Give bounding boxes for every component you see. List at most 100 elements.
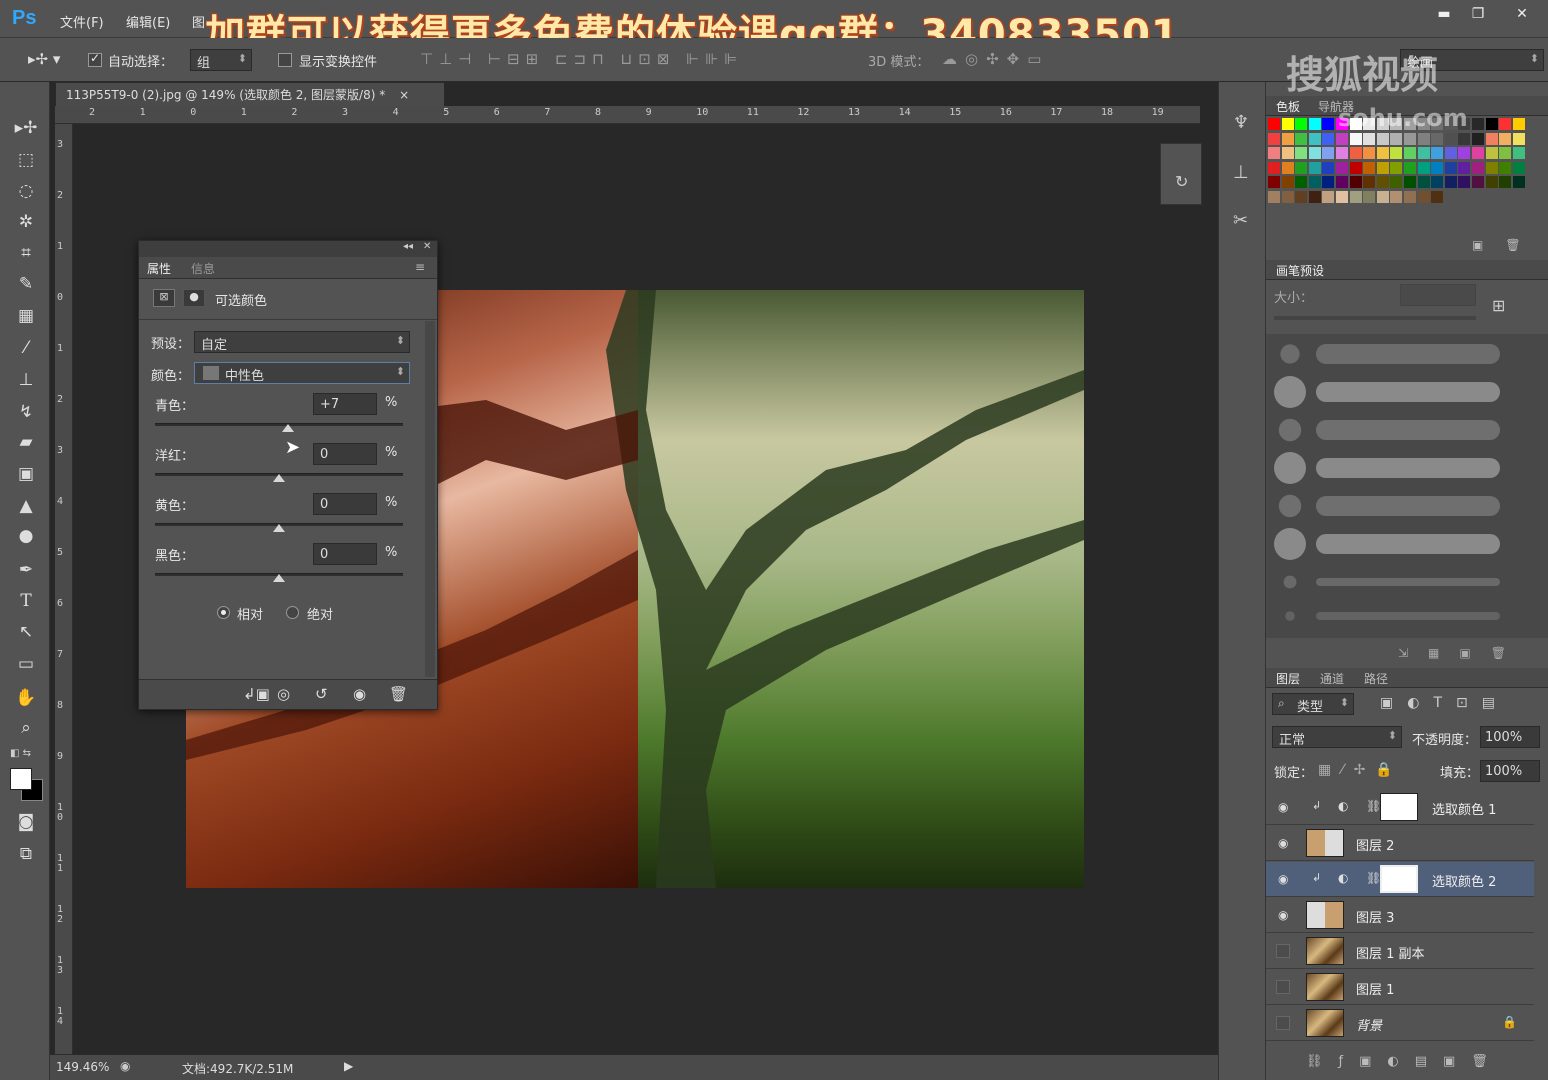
color-swatch[interactable] [1431, 132, 1444, 145]
color-swatch[interactable] [1458, 176, 1471, 189]
layer-mask-thumbnail[interactable] [1380, 793, 1418, 821]
color-swatch[interactable] [1268, 132, 1280, 145]
color-swatch[interactable] [1404, 132, 1416, 145]
color-swatch[interactable] [1499, 132, 1512, 145]
color-swatch[interactable] [1444, 176, 1457, 189]
color-swatch[interactable] [1390, 132, 1403, 145]
gradient-tool-icon[interactable]: ▣ [12, 460, 40, 488]
visibility-toggle[interactable] [1276, 944, 1290, 958]
color-swatch[interactable] [1336, 161, 1348, 174]
color-swatch[interactable] [1404, 176, 1416, 189]
layer-thumbnail[interactable] [1306, 901, 1344, 929]
color-swatch[interactable] [1431, 191, 1444, 203]
color-swatch[interactable] [1512, 118, 1525, 130]
blend-mode-dropdown[interactable]: 正常 [1272, 726, 1402, 748]
color-swatch[interactable] [1485, 147, 1498, 160]
color-swatch[interactable] [1322, 118, 1335, 130]
healing-brush-icon[interactable]: ▦ [12, 302, 40, 330]
tab-brush-presets[interactable]: 画笔预设 [1276, 262, 1324, 279]
tool-presets-icon[interactable]: ✂ [1233, 210, 1248, 231]
color-swatch[interactable] [1444, 147, 1457, 160]
adjustment-icon[interactable]: ⊠ [153, 289, 175, 307]
brush-size-slider[interactable] [1274, 316, 1476, 320]
color-swatch[interactable] [1268, 191, 1280, 203]
eye-icon[interactable]: ◉ [1278, 908, 1288, 922]
color-swatch[interactable] [1458, 132, 1471, 145]
visibility-toggle[interactable] [1276, 1016, 1290, 1030]
move-tool-icon[interactable]: ▸✢ [12, 114, 40, 142]
close-button[interactable]: ✕ [1508, 4, 1536, 24]
color-swatch[interactable] [1485, 118, 1498, 130]
color-swatch[interactable] [1336, 191, 1348, 203]
color-swatch[interactable] [1431, 176, 1444, 189]
zoom-tool-icon[interactable]: ⌕ [12, 714, 40, 742]
tab-paths[interactable]: 路径 [1364, 670, 1388, 687]
color-swatch[interactable] [1322, 191, 1335, 203]
yellow-slider-knob[interactable] [273, 524, 285, 532]
color-swatch[interactable] [1308, 118, 1321, 130]
tab-channels[interactable]: 通道 [1320, 670, 1344, 687]
clip-layer-icon[interactable]: ↲▣ [243, 685, 270, 703]
screen-mode-icon[interactable]: ⧉ [12, 840, 40, 868]
panel-menu-icon[interactable]: ≡ [415, 260, 425, 274]
color-swatch[interactable] [1499, 161, 1512, 174]
brush-list[interactable] [1266, 334, 1548, 638]
cyan-slider-knob[interactable] [282, 424, 294, 432]
menu-file[interactable]: 文件(F) [60, 12, 104, 31]
color-swatch[interactable] [1404, 191, 1416, 203]
color-swatch[interactable] [1336, 176, 1348, 189]
move-tool-icon[interactable]: ▸✢ ▾ [28, 50, 60, 68]
layer-row-selected[interactable]: ◉ ↲ ◐ ⛓ 选取颜色 2 [1266, 862, 1534, 897]
eye-icon[interactable]: ◉ [1278, 836, 1288, 850]
swatch-grid[interactable] [1266, 118, 1548, 218]
color-swatch[interactable] [1322, 176, 1335, 189]
color-swatch[interactable] [1308, 132, 1321, 145]
collapse-icon[interactable]: ◂◂ [403, 241, 413, 252]
color-swatch[interactable] [1268, 118, 1280, 130]
eyedropper-icon[interactable]: ✎ [12, 270, 40, 298]
share-icon[interactable]: ◉ [120, 1059, 130, 1073]
preset-dropdown[interactable]: 自定 [194, 331, 410, 353]
color-swatch[interactable] [1281, 147, 1294, 160]
delete-icon[interactable]: 🗑 [389, 685, 408, 703]
color-swatch[interactable] [1322, 147, 1335, 160]
color-swatch[interactable] [1417, 161, 1430, 174]
color-swatch[interactable] [1363, 132, 1376, 145]
color-swatch[interactable] [1512, 132, 1525, 145]
magenta-input[interactable]: 0 [313, 443, 377, 465]
black-slider-knob[interactable] [273, 574, 285, 582]
color-swatch[interactable] [1376, 132, 1389, 145]
color-swatch[interactable] [1322, 132, 1335, 145]
color-swatch[interactable] [1308, 147, 1321, 160]
color-swatch[interactable] [1512, 161, 1525, 174]
color-swatch[interactable] [1349, 161, 1362, 174]
color-swatch[interactable] [1281, 191, 1294, 203]
eye-icon[interactable]: ◉ [1278, 872, 1288, 886]
color-swatch[interactable] [1390, 147, 1403, 160]
lasso-tool-icon[interactable]: ◌ [12, 177, 40, 205]
layer-mask-thumbnail[interactable] [1380, 865, 1418, 893]
clone-source-icon[interactable]: ⊥ [1233, 162, 1249, 183]
tab-swatches[interactable]: 色板 [1276, 98, 1300, 115]
quick-mask-icon[interactable]: ◙ [12, 808, 40, 836]
brush-panel-icon[interactable]: ♆ [1233, 112, 1249, 133]
color-swatch[interactable] [1417, 147, 1430, 160]
color-swatch[interactable] [1308, 176, 1321, 189]
layer-row[interactable]: ◉ ↲ ◐ ⛓ 选取颜色 1 [1266, 790, 1534, 825]
tab-close-icon[interactable]: × [399, 88, 409, 102]
brush-size-input[interactable] [1400, 284, 1476, 306]
blur-tool-icon[interactable]: ▲ [12, 492, 40, 520]
layer-actions[interactable]: ⛓ƒ▣◐▤▣🗑 [1306, 1054, 1504, 1069]
eraser-tool-icon[interactable]: ▰ [12, 428, 40, 456]
color-swatch[interactable] [1472, 132, 1484, 145]
absolute-radio[interactable] [286, 606, 299, 619]
align-icons[interactable]: ⊤⊥⊣ ⊢⊟⊞ ⊏⊐⊓ ⊔⊡⊠ ⊩⊪⊫ [420, 50, 743, 68]
color-swatch[interactable] [1390, 161, 1403, 174]
layer-thumbnail[interactable] [1306, 937, 1344, 965]
color-swatch[interactable] [1472, 118, 1484, 130]
color-swatch[interactable] [1363, 161, 1376, 174]
layer-row[interactable]: 背景 🔒 [1266, 1006, 1534, 1041]
color-swatch[interactable] [1472, 147, 1484, 160]
color-swatch[interactable] [1376, 161, 1389, 174]
visibility-toggle[interactable] [1276, 980, 1290, 994]
